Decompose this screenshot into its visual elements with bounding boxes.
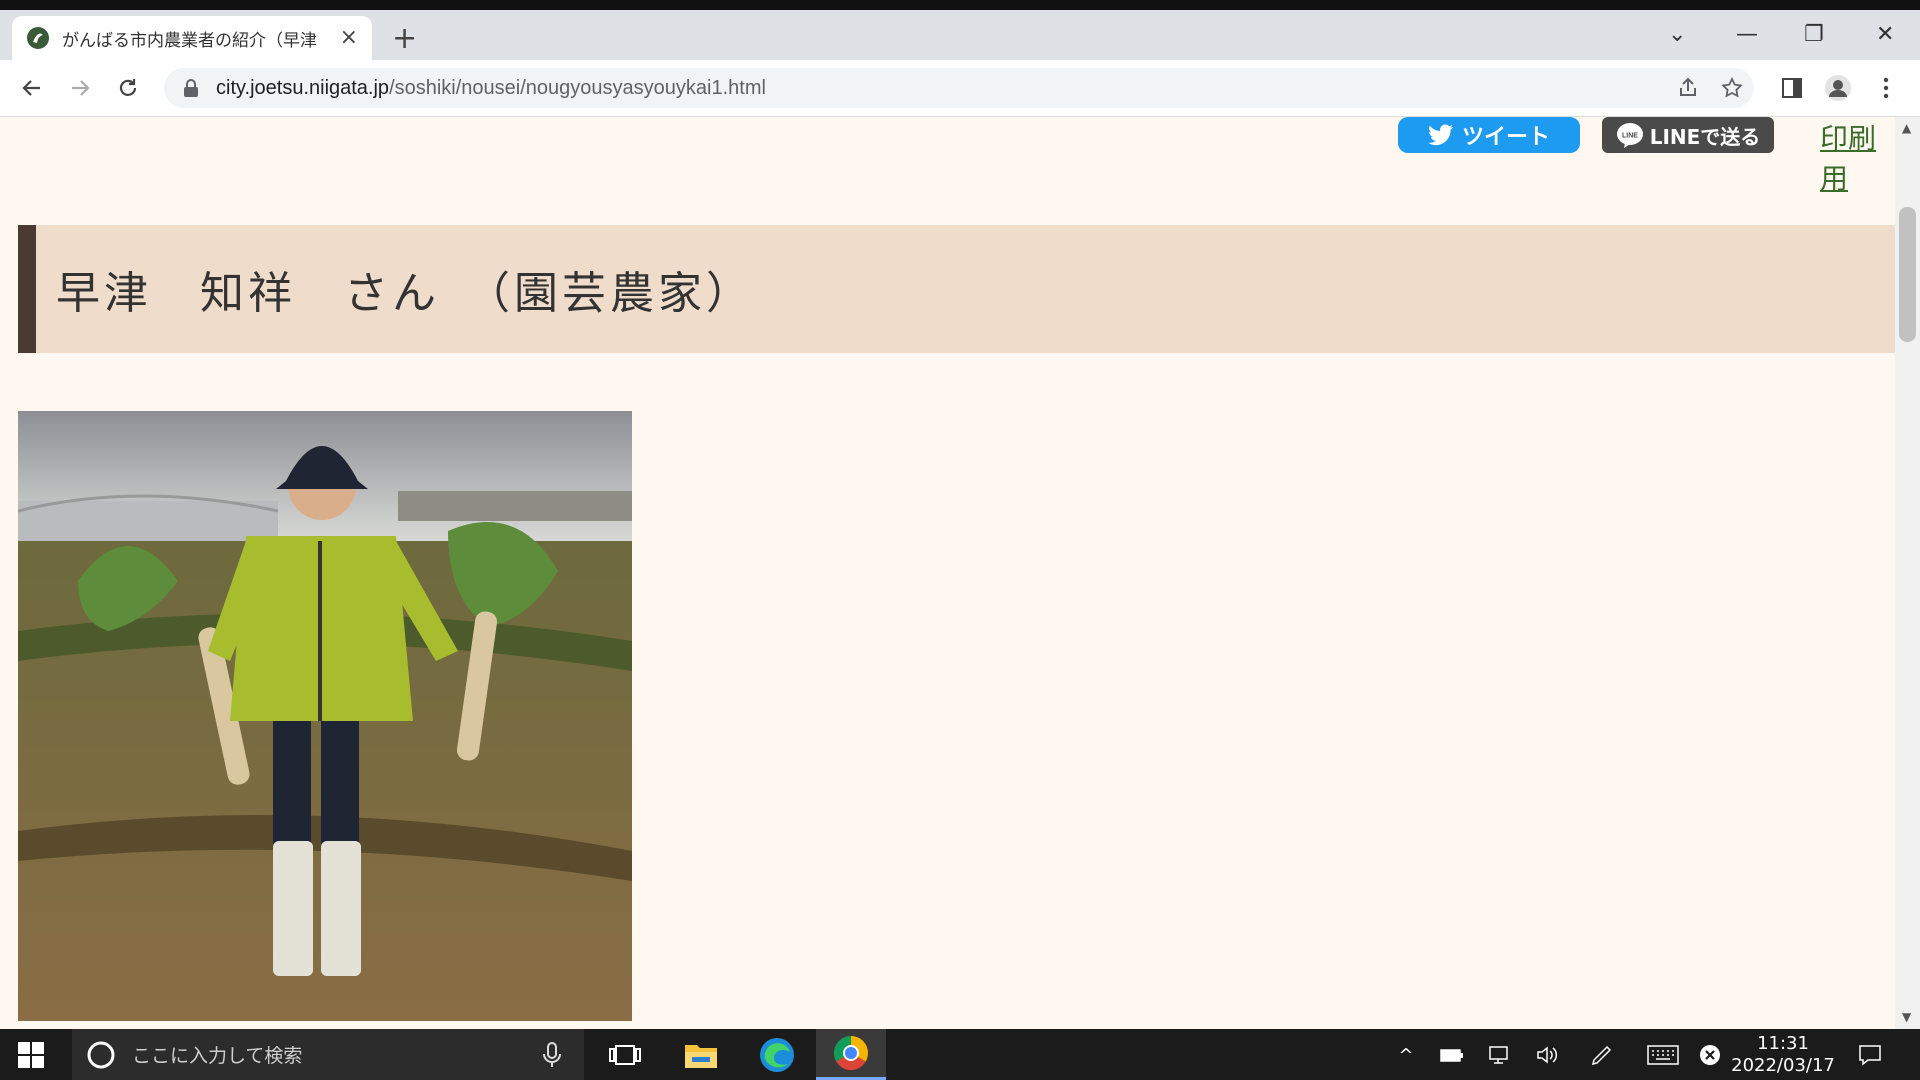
scroll-up-icon[interactable]: ▲ — [1902, 121, 1911, 135]
share-icon[interactable] — [1676, 76, 1700, 100]
forward-button[interactable] — [66, 74, 94, 102]
farmer-photo — [18, 411, 632, 1021]
speech-bubble-shape — [1859, 1045, 1881, 1066]
battery-icon[interactable] — [1438, 1041, 1466, 1069]
side-panel-button[interactable] — [1778, 74, 1806, 102]
x-circle-shape — [1700, 1045, 1720, 1065]
side-panel-icon — [1782, 78, 1802, 98]
page-title: 早津 知祥 さん （園芸農家） — [56, 268, 754, 319]
browser-tab-active[interactable]: がんばる市内農業者の紹介（早津 × — [12, 16, 372, 60]
browser-toolbar: city.joetsu.niigata.jp/soshiki/nousei/no… — [0, 60, 1920, 117]
print-link[interactable]: 印刷用 — [1820, 117, 1895, 197]
edge-browser-button[interactable] — [742, 1029, 812, 1080]
twitter-bird-icon — [1427, 124, 1453, 146]
close-window-button[interactable]: ✕ — [1876, 24, 1894, 46]
lock-icon — [184, 79, 198, 97]
clock-date: 2022/03/17 — [1731, 1055, 1835, 1076]
cortana-circle-icon — [87, 1041, 115, 1068]
page-scrollbar[interactable]: ▲ ▼ — [1895, 117, 1920, 1029]
speaker-shape — [1537, 1046, 1558, 1064]
network-icon[interactable] — [1486, 1041, 1514, 1069]
scroll-thumb[interactable] — [1899, 207, 1916, 342]
url-text: city.joetsu.niigata.jp/soshiki/nousei/no… — [216, 77, 766, 100]
tab-title: がんばる市内農業者の紹介（早津 — [62, 30, 317, 51]
back-button[interactable] — [18, 74, 46, 102]
chrome-logo-icon — [834, 1036, 868, 1070]
reload-icon — [119, 79, 137, 96]
restore-button[interactable]: ❐ — [1804, 24, 1824, 46]
line-share-button[interactable]: LINE LINEで送る — [1602, 117, 1774, 153]
touch-keyboard-icon[interactable] — [1646, 1041, 1680, 1069]
battery-shape — [1440, 1049, 1463, 1062]
reload-button[interactable] — [114, 74, 142, 102]
ime-status-icon[interactable] — [1696, 1041, 1724, 1069]
web-page-content: ツイート LINE LINEで送る 印刷用 早津 知祥 さん （園芸農家） — [0, 117, 1895, 1029]
chrome-browser-button[interactable] — [816, 1029, 886, 1080]
taskbar-search-placeholder: ここに入力して検索 — [132, 1045, 303, 1067]
window-top-edge — [0, 0, 1920, 10]
city-logo-icon — [27, 27, 49, 49]
farmer-heading-banner: 早津 知祥 さん （園芸農家） — [18, 225, 1895, 353]
tab-strip: がんばる市内農業者の紹介（早津 × + ⌄ — ❐ ✕ — [0, 10, 1920, 60]
svg-text:LINE: LINE — [1622, 133, 1638, 140]
network-monitor-shape — [1489, 1046, 1508, 1064]
browser-menu-button[interactable] — [1872, 74, 1900, 102]
task-view-icon — [609, 1044, 641, 1065]
arrow-right-icon — [72, 80, 90, 96]
arrow-left-icon — [22, 80, 40, 96]
notifications-icon[interactable] — [1856, 1041, 1884, 1069]
folder-icon — [685, 1044, 717, 1068]
edge-logo-icon — [760, 1037, 794, 1072]
pen-icon[interactable] — [1588, 1041, 1616, 1069]
minimize-button[interactable]: — — [1736, 24, 1758, 46]
volume-icon[interactable] — [1534, 1041, 1562, 1069]
taskbar-clock[interactable]: 11:31 2022/03/17 — [1728, 1033, 1838, 1077]
new-tab-button[interactable]: + — [392, 24, 417, 54]
line-share-label: LINEで送る — [1649, 124, 1761, 149]
tab-search-icon[interactable]: ⌄ — [1668, 24, 1686, 46]
windows-start-icon[interactable] — [18, 1042, 44, 1068]
task-view-button[interactable] — [590, 1029, 660, 1080]
address-bar[interactable]: city.joetsu.niigata.jp/soshiki/nousei/no… — [164, 68, 1754, 108]
more-vert-icon — [1883, 77, 1889, 99]
keyboard-shape — [1647, 1045, 1679, 1065]
tweet-button[interactable]: ツイート — [1398, 117, 1580, 153]
show-hidden-icons-icon[interactable]: ^ — [1392, 1041, 1420, 1069]
url-path: /soshiki/nousei/nougyousyasyouykai1.html — [389, 76, 766, 99]
url-host: city.joetsu.niigata.jp — [216, 76, 390, 99]
line-logo-icon: LINE — [1616, 123, 1643, 148]
pen-shape — [1591, 1045, 1612, 1066]
file-explorer-button[interactable] — [666, 1029, 736, 1080]
profile-button[interactable] — [1824, 74, 1852, 102]
clock-time: 11:31 — [1757, 1033, 1809, 1054]
taskbar-search-box[interactable]: ここに入力して検索 — [72, 1029, 584, 1080]
tab-close-icon[interactable]: × — [340, 27, 358, 49]
windows-taskbar: ここに入力して検索 ^ 11:31 2022/03/17 — [0, 1029, 1920, 1080]
profile-avatar-icon — [1825, 75, 1851, 101]
scroll-down-icon[interactable]: ▼ — [1902, 1010, 1911, 1024]
bookmark-star-icon[interactable] — [1720, 76, 1744, 100]
microphone-icon[interactable] — [542, 1041, 562, 1069]
tweet-label: ツイート — [1461, 125, 1550, 150]
